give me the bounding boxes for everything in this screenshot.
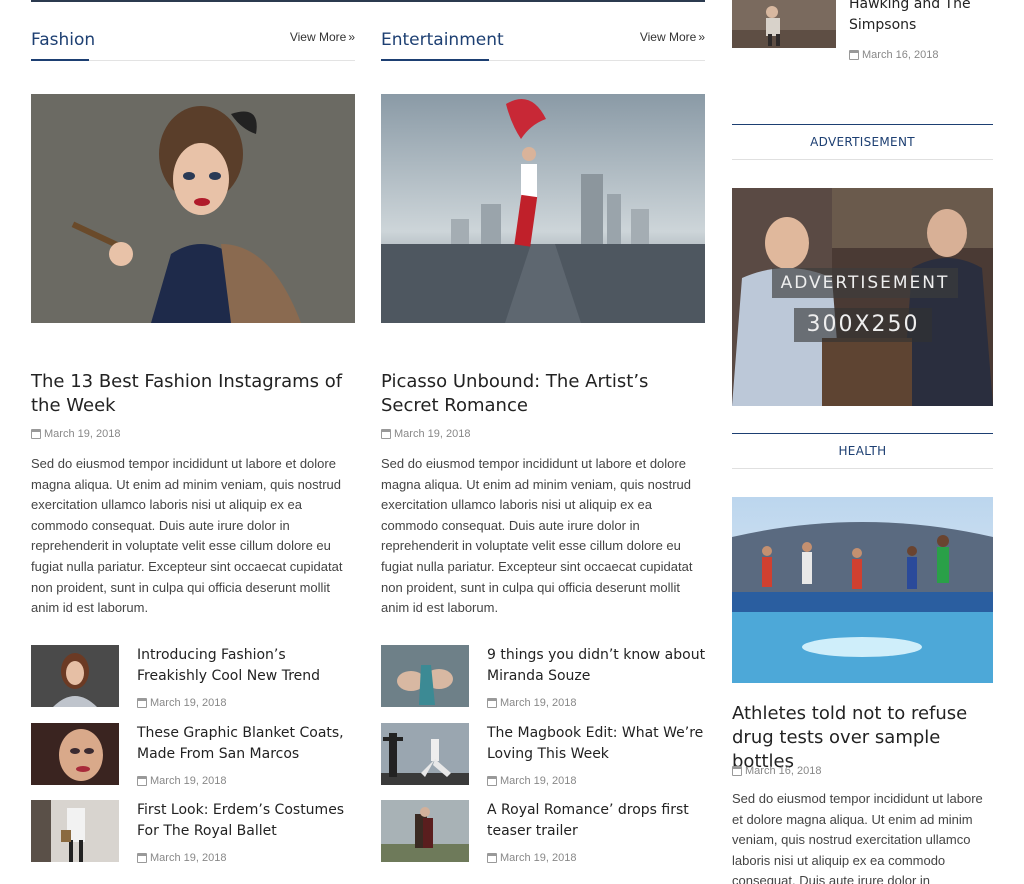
double-chevron-right-icon: » bbox=[698, 30, 705, 44]
view-more-link[interactable]: View More» bbox=[290, 30, 355, 44]
featured-image[interactable] bbox=[31, 94, 355, 323]
list-item: A Royal Romance’ drops first teaser trai… bbox=[381, 800, 705, 866]
item-date: March 19, 2018 bbox=[487, 852, 576, 864]
item-title[interactable]: Introducing Fashion’s Freakishly Cool Ne… bbox=[137, 645, 357, 687]
featured-date: March 19, 2018 bbox=[381, 428, 470, 440]
date-text: March 19, 2018 bbox=[44, 428, 121, 440]
date-text: March 19, 2018 bbox=[150, 852, 227, 864]
calendar-icon bbox=[137, 776, 147, 786]
item-title[interactable]: These Graphic Blanket Coats, Made From S… bbox=[137, 723, 357, 765]
featured-date: March 19, 2018 bbox=[31, 428, 120, 440]
entertainment-section: Entertainment View More» Picasso Unbound… bbox=[381, 0, 705, 864]
section-header: Fashion View More» bbox=[31, 0, 355, 61]
section-title[interactable]: Fashion bbox=[31, 30, 95, 50]
view-more-label: View More bbox=[289, 30, 347, 44]
list-item: The Magbook Edit: What We’re Loving This… bbox=[381, 723, 705, 789]
featured-title[interactable]: Picasso Unbound: The Artist’s Secret Rom… bbox=[381, 370, 705, 418]
ad-label: ADVERTISEMENT bbox=[772, 268, 958, 298]
widget-title-health: HEALTH bbox=[732, 433, 993, 469]
featured-title[interactable]: The 13 Best Fashion Instagrams of the We… bbox=[31, 370, 355, 418]
calendar-icon bbox=[849, 50, 859, 60]
date-text: March 19, 2018 bbox=[500, 697, 577, 709]
item-title[interactable]: First Look: Erdem’s Costumes For The Roy… bbox=[137, 800, 357, 842]
date-text: March 19, 2018 bbox=[500, 775, 577, 787]
featured-date: March 16, 2018 bbox=[732, 765, 821, 777]
item-thumbnail[interactable] bbox=[381, 645, 469, 707]
list-item: First Look: Erdem’s Costumes For The Roy… bbox=[31, 800, 355, 866]
featured-title[interactable]: Athletes told not to refuse drug tests o… bbox=[732, 702, 993, 774]
featured-image[interactable] bbox=[381, 94, 705, 323]
list-item: 9 things you didn’t know about Miranda S… bbox=[381, 645, 705, 711]
featured-excerpt: Sed do eiusmod tempor incididunt ut labo… bbox=[381, 456, 693, 616]
item-thumbnail[interactable] bbox=[381, 800, 469, 862]
date-text: March 19, 2018 bbox=[500, 852, 577, 864]
section-title[interactable]: Entertainment bbox=[381, 30, 504, 50]
calendar-icon bbox=[487, 776, 497, 786]
calendar-icon bbox=[31, 429, 41, 439]
list-item: Introducing Fashion’s Freakishly Cool Ne… bbox=[31, 645, 355, 711]
item-title[interactable]: 9 things you didn’t know about Miranda S… bbox=[487, 645, 707, 687]
date-text: March 19, 2018 bbox=[394, 428, 471, 440]
view-more-label: View More bbox=[639, 30, 697, 44]
item-date: March 19, 2018 bbox=[487, 775, 576, 787]
section-title-underline bbox=[381, 59, 489, 61]
item-date: March 19, 2018 bbox=[137, 775, 226, 787]
item-date: March 19, 2018 bbox=[487, 697, 576, 709]
item-title[interactable]: Hawking and The Simpsons bbox=[849, 0, 999, 36]
section-title-underline bbox=[31, 59, 89, 61]
item-thumbnail[interactable] bbox=[732, 0, 836, 48]
date-text: March 19, 2018 bbox=[150, 697, 227, 709]
list-item: These Graphic Blanket Coats, Made From S… bbox=[31, 723, 355, 789]
calendar-icon bbox=[381, 429, 391, 439]
featured-image[interactable] bbox=[732, 497, 993, 683]
section-header: Entertainment View More» bbox=[381, 0, 705, 61]
calendar-icon bbox=[487, 853, 497, 863]
item-thumbnail[interactable] bbox=[31, 645, 119, 707]
featured-excerpt: Sed do eiusmod tempor incididunt ut labo… bbox=[732, 791, 983, 884]
item-title[interactable]: The Magbook Edit: What We’re Loving This… bbox=[487, 723, 707, 765]
item-title[interactable]: A Royal Romance’ drops first teaser trai… bbox=[487, 800, 707, 842]
date-text: March 16, 2018 bbox=[862, 49, 939, 61]
item-date: March 16, 2018 bbox=[849, 49, 938, 61]
double-chevron-right-icon: » bbox=[348, 30, 355, 44]
item-thumbnail[interactable] bbox=[31, 800, 119, 862]
item-date: March 19, 2018 bbox=[137, 697, 226, 709]
calendar-icon bbox=[137, 853, 147, 863]
featured-excerpt: Sed do eiusmod tempor incididunt ut labo… bbox=[31, 456, 343, 616]
item-date: March 19, 2018 bbox=[137, 852, 226, 864]
widget-title-advertisement: ADVERTISEMENT bbox=[732, 124, 993, 160]
fashion-section: Fashion View More» The 13 Best Fashion I… bbox=[31, 0, 355, 864]
view-more-link[interactable]: View More» bbox=[640, 30, 705, 44]
item-thumbnail[interactable] bbox=[381, 723, 469, 785]
item-thumbnail[interactable] bbox=[31, 723, 119, 785]
ad-size: 300X250 bbox=[794, 308, 932, 342]
calendar-icon bbox=[487, 698, 497, 708]
advertisement-banner[interactable]: ADVERTISEMENT 300X250 bbox=[732, 188, 993, 406]
date-text: March 19, 2018 bbox=[150, 775, 227, 787]
date-text: March 16, 2018 bbox=[745, 765, 822, 777]
calendar-icon bbox=[732, 766, 742, 776]
calendar-icon bbox=[137, 698, 147, 708]
